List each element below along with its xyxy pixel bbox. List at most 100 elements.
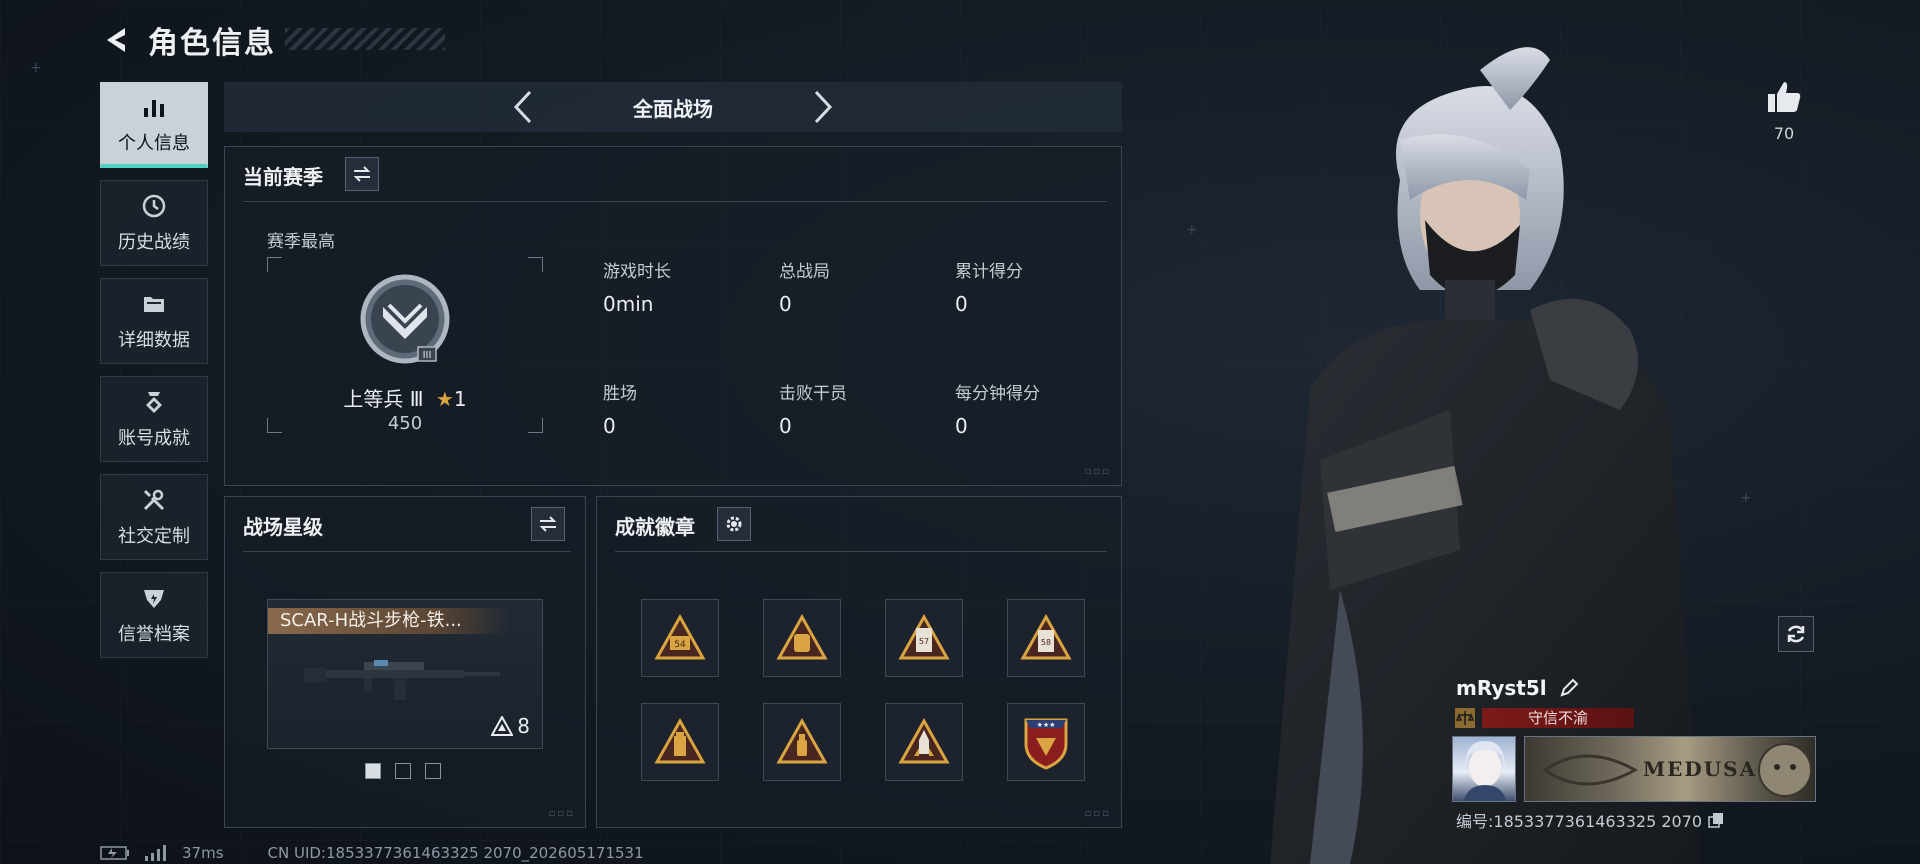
honor-title-text: 守信不渝 [1482, 708, 1634, 728]
triangle-badge-icon [776, 718, 828, 764]
triangle-badge-icon: 58 [1020, 614, 1072, 660]
triangle-badge-icon [776, 614, 828, 660]
page-dot[interactable] [395, 763, 411, 779]
back-button[interactable] [100, 23, 134, 57]
page-title: 角色信息 [148, 26, 276, 61]
tools-icon [140, 486, 168, 514]
chevron-left-icon [513, 90, 532, 124]
chevron-right-icon [814, 90, 833, 124]
battlefield-star-panel: 战场星级 SCAR-H战斗步枪-铁... 8 ▫▫▫ [224, 496, 586, 828]
status-footer: 37ms CN UID:1853377361463325 2070_202605… [100, 844, 644, 862]
prev-mode-button[interactable] [503, 87, 543, 127]
decor-plus: + [30, 60, 42, 76]
nav-label: 社交定制 [118, 526, 190, 547]
signal-icon [145, 845, 166, 861]
nav-item-social[interactable]: 社交定制 [100, 474, 208, 560]
badge-number: 57 [919, 637, 929, 646]
player-id: 编号:1853377361463325 2070 [1456, 808, 1724, 832]
corner-decoration: ▫▫▫ [1084, 466, 1111, 477]
corner-decoration: ▫▫▫ [548, 808, 575, 819]
decor-plus: + [1186, 222, 1198, 238]
stat-wins: 胜场 0 [603, 384, 637, 438]
like-button[interactable]: 70 [1764, 80, 1804, 143]
nav-label: 账号成就 [118, 428, 190, 449]
divider [243, 551, 571, 552]
nav-item-history[interactable]: 历史战绩 [100, 180, 208, 266]
gear-icon [726, 516, 742, 532]
badge-triangle-58[interactable]: 58 [1007, 599, 1085, 677]
decor-plus: + [1740, 490, 1752, 506]
copy-icon[interactable] [1708, 812, 1724, 828]
star-icon: ★ [435, 387, 454, 411]
weapon-card[interactable]: SCAR-H战斗步枪-铁... 8 [267, 599, 543, 749]
badge-shield-stars[interactable]: ★★★ [1007, 703, 1085, 781]
nav-label: 详细数据 [118, 330, 190, 351]
badge-triangle-54[interactable]: 54 [641, 599, 719, 677]
like-count: 70 [1773, 124, 1795, 143]
stat-score-per-minute: 每分钟得分 0 [955, 384, 1040, 438]
badge-triangle-57[interactable]: 57 [885, 599, 963, 677]
sidebar-nav: 个人信息 历史战绩 详细数据 账号成就 社交定制 信誉档案 [100, 82, 210, 670]
triangle-badge-icon: 57 [898, 614, 950, 660]
nav-item-achievements[interactable]: 账号成就 [100, 376, 208, 462]
divider [243, 201, 1107, 202]
mode-label: 全面战场 [633, 96, 713, 121]
badge-settings-button[interactable] [717, 507, 751, 541]
edit-pencil-icon[interactable] [1559, 678, 1579, 698]
nav-label: 信誉档案 [118, 624, 190, 645]
triangle-badge-icon [654, 718, 706, 764]
badge-triangle-bag[interactable] [763, 599, 841, 677]
avatar[interactable] [1452, 736, 1516, 802]
nav-item-detailed-data[interactable]: 详细数据 [100, 278, 208, 364]
season-best-label: 赛季最高 [267, 232, 335, 252]
battery-icon [100, 846, 129, 860]
rank-emblem-icon: III [360, 274, 450, 364]
banner-text: MEDUSA [1643, 757, 1758, 781]
badge-triangle-rocket[interactable] [885, 703, 963, 781]
level-triangle-icon [491, 716, 514, 736]
season-panel: 当前赛季 赛季最高 III 上等兵 Ⅲ ★1 450 游戏时长 0min 总战局 0… [224, 146, 1122, 486]
badge-triangle-bottle[interactable] [763, 703, 841, 781]
rank-name: 上等兵 Ⅲ [343, 387, 424, 411]
achievement-badges-panel: 成就徽章 54 57 58 ★★★ ▫▫▫ [596, 496, 1122, 828]
season-swap-button[interactable] [345, 157, 379, 191]
shield-badge-icon: ★★★ [1024, 718, 1068, 770]
next-mode-button[interactable] [803, 87, 843, 127]
folder-icon [140, 290, 168, 318]
stat-play-time: 游戏时长 0min [603, 262, 671, 316]
player-name-row: mRyst5l [1456, 676, 1579, 700]
page-indicator [365, 763, 441, 779]
honor-title: 守信不渝 [1454, 706, 1634, 730]
scale-icon [1455, 708, 1475, 728]
weapon-level: 8 [491, 714, 530, 738]
nav-item-reputation[interactable]: 信誉档案 [100, 572, 208, 658]
refresh-button[interactable] [1778, 616, 1814, 652]
stat-kills: 击败干员 0 [779, 384, 847, 438]
svg-text:III: III [423, 350, 432, 361]
bar-chart-icon [140, 93, 168, 121]
back-arrow-icon [107, 28, 125, 52]
profile-banner[interactable]: MEDUSA [1524, 736, 1816, 802]
stat-total-score: 累计得分 0 [955, 262, 1023, 316]
triangle-badge-icon [898, 718, 950, 764]
battlefield-title: 战场星级 [243, 515, 323, 539]
refresh-icon [1787, 625, 1805, 643]
badge-triangle-tower[interactable] [641, 703, 719, 781]
shield-icon [140, 584, 168, 612]
weapon-swap-button[interactable] [531, 507, 565, 541]
rifle-icon [304, 660, 500, 700]
badge-number: 54 [674, 640, 686, 650]
season-title: 当前赛季 [243, 165, 323, 189]
achievements-title: 成就徽章 [615, 515, 695, 539]
uid-text: CN UID:1853377361463325 2070_20260517153… [267, 844, 644, 862]
clock-history-icon [140, 192, 168, 220]
page-dot[interactable] [425, 763, 441, 779]
player-name: mRyst5l [1456, 676, 1547, 700]
header: 角色信息 [100, 18, 276, 62]
swap-icon [353, 166, 371, 182]
nav-label: 历史战绩 [118, 232, 190, 253]
ping-value: 37ms [182, 844, 224, 862]
page-dot[interactable] [365, 763, 381, 779]
nav-item-personal-info[interactable]: 个人信息 [100, 82, 208, 168]
corner-decoration: ▫▫▫ [1084, 808, 1111, 819]
